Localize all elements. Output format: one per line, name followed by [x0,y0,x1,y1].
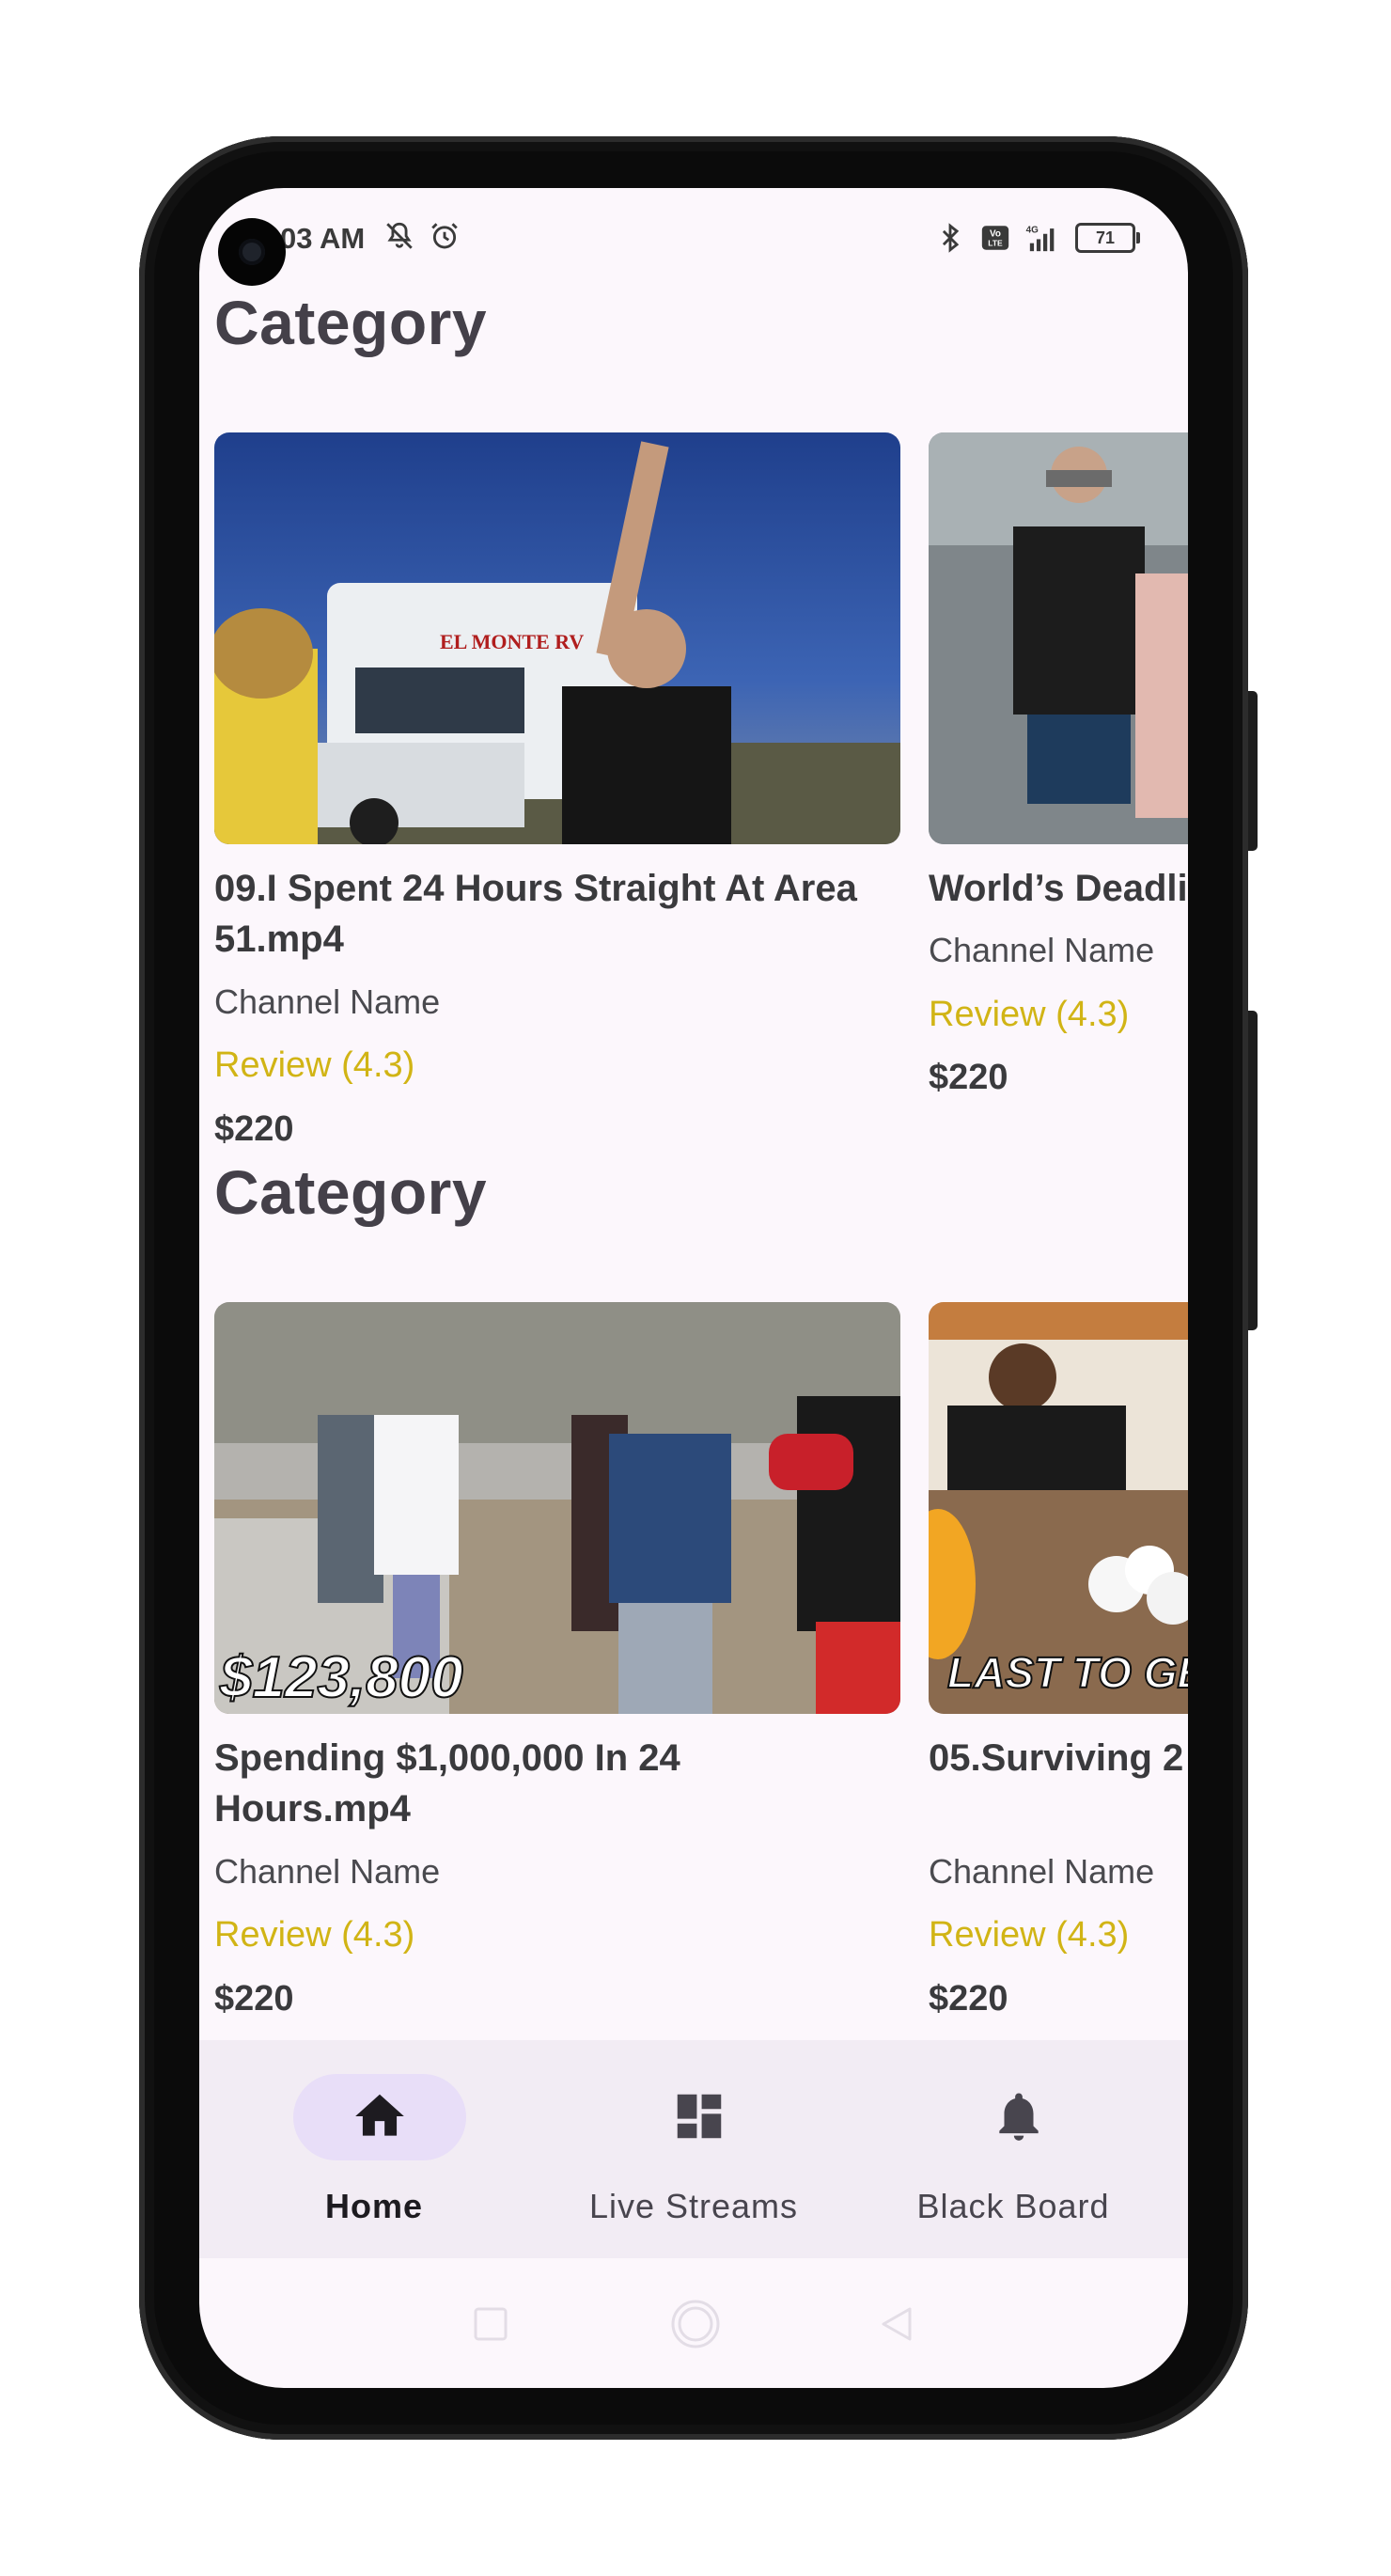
section-2-title: Category [214,1157,488,1227]
home-button-icon[interactable] [669,2298,722,2350]
price: $220 [929,1058,1008,1097]
review-rating: Review (4.3) [929,1915,1130,1955]
nav-item-live-streams[interactable]: Live Streams [534,2040,853,2258]
thumbnail-image: $123,800 [214,1302,900,1714]
thumbnail-text: LAST TO GET [947,1648,1188,1697]
channel-name: Channel Name [214,982,441,1021]
volume-button [1248,1011,1258,1330]
video-thumbnail[interactable]: LAST TO GET [929,1302,1188,1714]
thumbnail-image: LAST TO GET [929,1302,1188,1714]
nav-item-black-board[interactable]: Black Board [853,2040,1173,2258]
bell-icon [999,2093,1039,2141]
review-rating: Review (4.3) [929,995,1130,1034]
thumbnail-image [929,432,1188,844]
home-icon [355,2094,404,2136]
video-thumbnail[interactable]: EL MONTE RV [214,432,900,844]
price: $220 [214,1979,294,2018]
price: $220 [214,1109,294,1149]
video-card[interactable]: $123,800 Spending $1,000,000 In 24 Hours… [214,1302,900,2026]
thumbnail-text: EL MONTE RV [440,630,584,653]
review-rating: Review (4.3) [214,1915,415,1955]
video-thumbnail[interactable]: $123,800 [214,1302,900,1714]
nav-label-black-board: Black Board [916,2187,1110,2225]
thumbnail-image: EL MONTE RV [214,432,900,844]
video-thumbnail[interactable] [929,432,1188,844]
app-screen: 03 AM Vo LTE 4G 71 Category EL MONTE RV … [199,188,1188,2388]
system-navigation-bar [199,2258,1188,2388]
dashboard-icon [677,2094,722,2139]
back-icon[interactable] [876,2303,917,2345]
review-rating: Review (4.3) [214,1045,415,1085]
video-card[interactable]: EL MONTE RV 09.I Spent 24 Hours Straight… [214,432,900,1156]
thumbnail-text: $123,800 [219,1645,463,1710]
nav-label-live-streams: Live Streams [588,2187,799,2225]
price: $220 [929,1979,1008,2018]
channel-name: Channel Name [929,931,1155,969]
video-title: 05.Surviving 2 The Bermuda [929,1737,1188,1779]
video-title: World’s Deadli [929,868,1188,909]
video-title: Spending $1,000,000 In 24 Hours.mp4 [214,1737,680,1830]
phone-frame: 03 AM Vo LTE 4G 71 Category EL MONTE RV … [139,136,1258,2440]
nav-label-home: Home [324,2187,424,2225]
video-card[interactable]: LAST TO GET 05.Surviving 2 The Bermuda C… [929,1302,1188,2026]
power-button [1248,691,1258,851]
bottom-navigation: Home Live Streams Black Board [199,2040,1188,2258]
video-title: 09.I Spent 24 Hours Straight At Area 51.… [214,868,857,960]
channel-name: Channel Name [214,1852,441,1891]
channel-name: Channel Name [929,1852,1155,1891]
front-camera [218,218,286,286]
recent-apps-icon[interactable] [472,2305,509,2343]
section-1-title: Category [214,288,488,357]
video-card[interactable]: World’s Deadli Channel Name Review (4.3)… [929,432,1188,1109]
nav-item-home[interactable]: Home [214,2040,534,2258]
